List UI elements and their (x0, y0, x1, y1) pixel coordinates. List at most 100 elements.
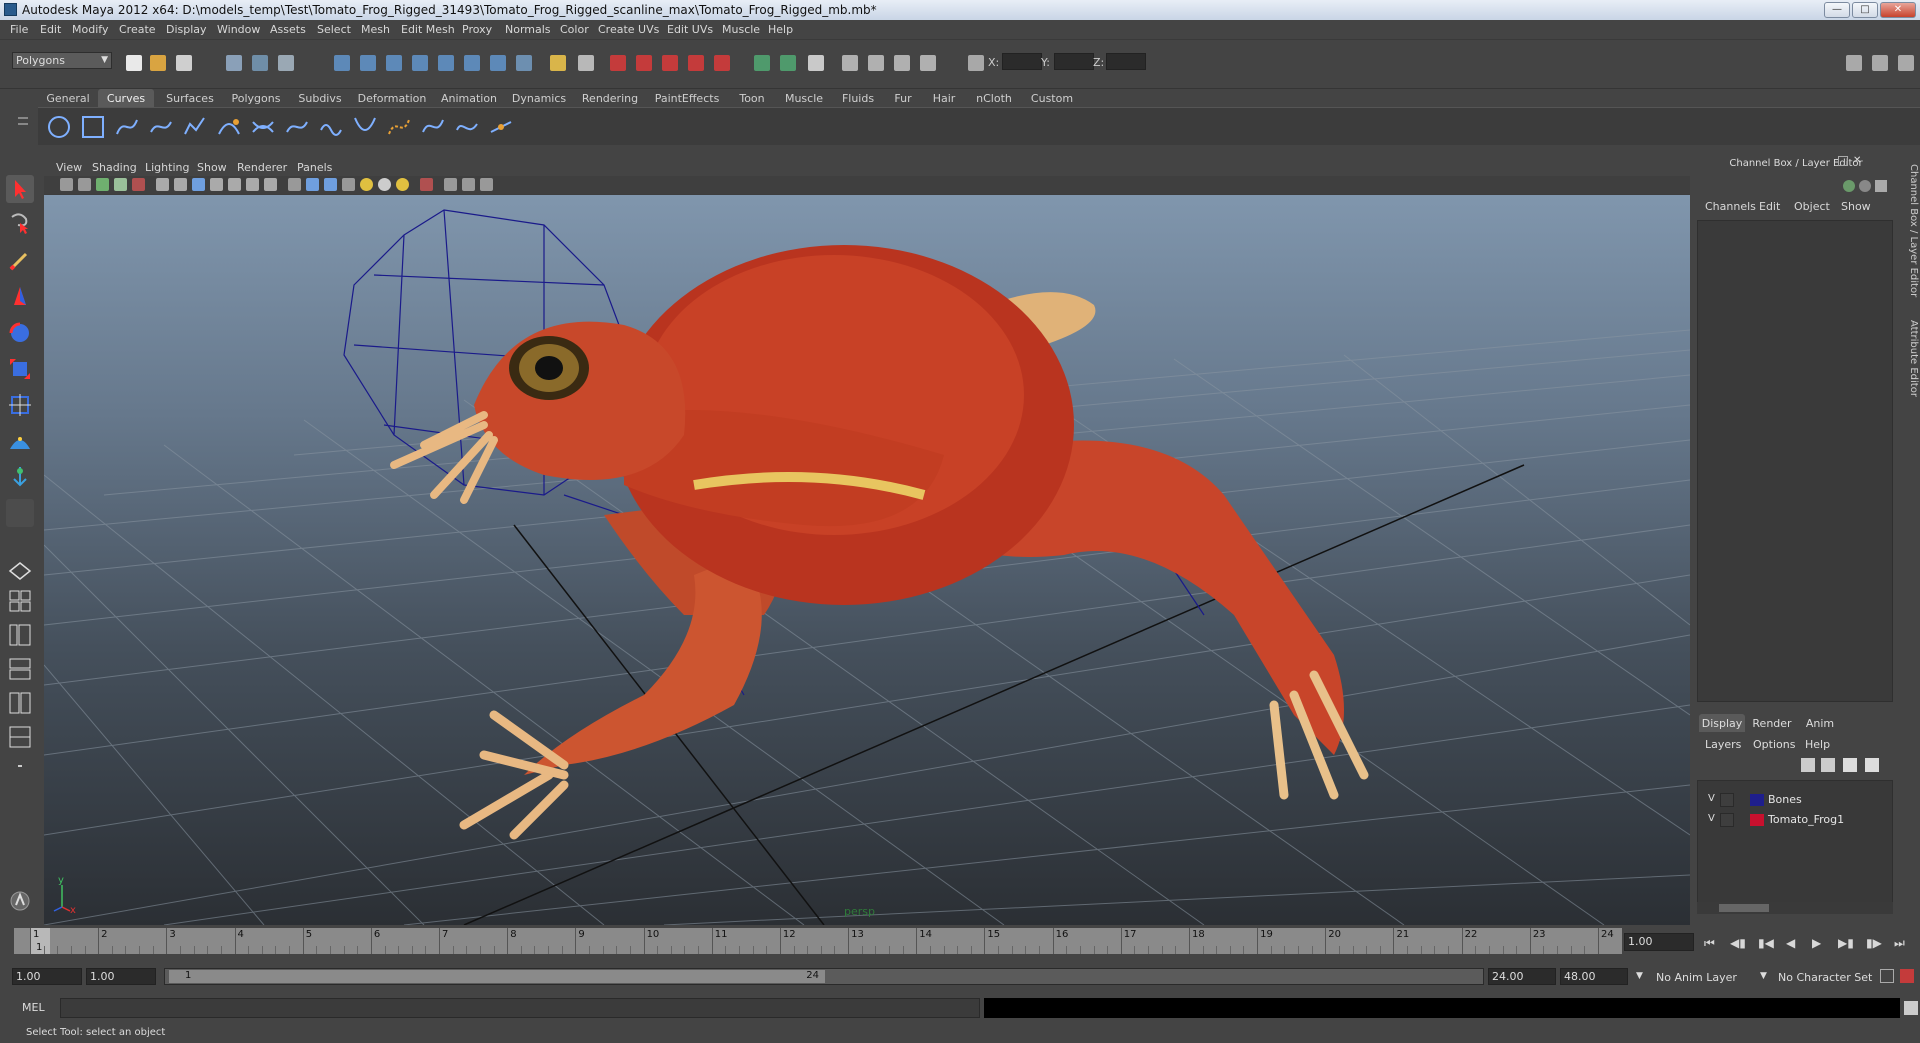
shelf-tab-deformation[interactable]: Deformation (352, 89, 432, 107)
menu-normals[interactable]: Normals (505, 23, 551, 36)
menu-set-dropdown[interactable]: Polygons ▼ (12, 52, 112, 69)
menu-create-uvs[interactable]: Create UVs (598, 23, 659, 36)
step-back-key-icon[interactable]: ▮◀ (1758, 936, 1774, 950)
playback-start-field[interactable]: 1.00 (86, 968, 156, 985)
hyper-icon[interactable] (1875, 180, 1887, 192)
shelf-tab-subdivs[interactable]: Subdivs (292, 89, 348, 107)
smooth-shade-icon[interactable] (306, 178, 319, 191)
viewport-menu-view[interactable]: View (56, 161, 82, 174)
open-scene-icon[interactable] (150, 55, 166, 71)
quick-layout-icon[interactable] (6, 887, 34, 915)
layer-color-swatch[interactable] (1750, 794, 1764, 806)
shelf-tab-fur[interactable]: Fur (886, 89, 920, 107)
camera-attributes-icon[interactable] (78, 178, 91, 191)
layer-menu-layers[interactable]: Layers (1705, 738, 1741, 751)
go-to-end-icon[interactable]: ⏭ (1894, 936, 1905, 951)
wireframe-on-shaded-icon[interactable] (324, 178, 337, 191)
universal-manipulator-icon[interactable] (6, 391, 34, 419)
x-field[interactable] (1002, 53, 1042, 70)
menu-create[interactable]: Create (119, 23, 156, 36)
cv-curve-tool-icon[interactable] (114, 114, 140, 140)
select-tool-icon[interactable] (6, 175, 34, 203)
select-by-curve-icon[interactable] (386, 55, 402, 71)
pencil-curve-tool-icon[interactable] (182, 114, 208, 140)
shelf-tab-muscle[interactable]: Muscle (778, 89, 830, 107)
paint-select-tool-icon[interactable] (6, 247, 34, 275)
layer-menu-options[interactable]: Options (1753, 738, 1795, 751)
play-forwards-icon[interactable]: ▶ (1812, 936, 1821, 950)
film-gate-icon[interactable] (174, 178, 187, 191)
select-camera-icon[interactable] (60, 178, 73, 191)
snap-to-view-plane-icon[interactable] (688, 55, 704, 71)
anim-layer-chevron-down-icon[interactable]: ▼ (1636, 971, 1643, 981)
menu-select[interactable]: Select (317, 23, 351, 36)
new-layer-selected-icon[interactable] (1821, 758, 1835, 772)
menu-display[interactable]: Display (166, 23, 207, 36)
shelf-tab-polygons[interactable]: Polygons (224, 89, 288, 107)
grid-toggle-icon[interactable] (156, 178, 169, 191)
start-time-field[interactable]: 1.00 (12, 968, 82, 985)
render-current-frame-icon[interactable] (842, 55, 858, 71)
toggle-channel-box-icon[interactable] (1898, 55, 1914, 71)
last-tool-used-icon[interactable] (6, 499, 34, 527)
layer-remove-icon[interactable] (1865, 758, 1879, 772)
resolution-gate-icon[interactable] (192, 178, 205, 191)
channel-menu-edit[interactable]: Edit (1759, 200, 1780, 213)
xray-joints-icon[interactable] (462, 178, 475, 191)
shelf-tab-toon[interactable]: Toon (730, 89, 774, 107)
insert-knot-icon[interactable] (318, 114, 344, 140)
select-by-handle-icon[interactable] (334, 55, 350, 71)
script-language-toggle[interactable]: MEL (14, 1000, 56, 1017)
select-by-deformer-icon[interactable] (438, 55, 454, 71)
shelf-tab-ncloth[interactable]: nCloth (968, 89, 1020, 107)
show-manipulator-tool-icon[interactable] (6, 463, 34, 491)
xray-icon[interactable] (444, 178, 457, 191)
layer-color-swatch[interactable] (1750, 814, 1764, 826)
channel-menu-object[interactable]: Object (1794, 200, 1830, 213)
viewport-menu-renderer[interactable]: Renderer (237, 161, 287, 174)
menu-mesh[interactable]: Mesh (361, 23, 390, 36)
safe-action-icon[interactable] (246, 178, 259, 191)
lasso-tool-icon[interactable] (6, 209, 34, 237)
close-button[interactable]: ✕ (1880, 2, 1916, 18)
layer-type-toggle[interactable] (1720, 813, 1734, 827)
extend-curve-icon[interactable] (352, 114, 378, 140)
float-panel-icon[interactable] (1838, 156, 1848, 166)
speed-icon[interactable] (1859, 180, 1871, 192)
detach-curves-icon[interactable] (284, 114, 310, 140)
character-set-dropdown[interactable]: No Character Set (1778, 971, 1872, 984)
save-scene-icon[interactable] (176, 55, 192, 71)
persp-outliner-layout-icon[interactable] (6, 621, 34, 649)
input-output-icon[interactable] (754, 55, 770, 71)
script-editor-icon[interactable] (1904, 1001, 1918, 1015)
hypershade-persp-layout-icon[interactable] (6, 689, 34, 717)
step-forward-key-icon[interactable]: ▶▮ (1838, 936, 1854, 950)
shelf-tab-surfaces[interactable]: Surfaces (158, 89, 222, 107)
channel-menu-show[interactable]: Show (1841, 200, 1871, 213)
step-back-frame-icon[interactable]: ◀▮ (1730, 936, 1746, 950)
end-time-field[interactable]: 48.00 (1560, 968, 1628, 985)
select-hierarchy-icon[interactable] (226, 55, 242, 71)
close-panel-icon[interactable]: ✕ (1853, 156, 1863, 166)
step-forward-frame-icon[interactable]: ▮▶ (1866, 936, 1882, 950)
persp-uv-layout-icon[interactable] (6, 723, 34, 751)
share-icon[interactable] (480, 178, 493, 191)
arc-tool-icon[interactable] (216, 114, 242, 140)
anim-layer-dropdown[interactable]: No Anim Layer (1656, 971, 1737, 984)
side-tab-attribute-editor[interactable]: Attribute Editor (1904, 320, 1919, 400)
current-time-field[interactable]: 1.00 (1624, 933, 1694, 951)
play-backwards-icon[interactable]: ◀ (1786, 936, 1795, 950)
menu-modify[interactable]: Modify (72, 23, 108, 36)
layer-horizontal-scrollbar[interactable] (1697, 902, 1893, 914)
nurbs-circle-icon[interactable] (46, 114, 72, 140)
layer-tab-display[interactable]: Display (1699, 714, 1745, 732)
shelf-tab-dynamics[interactable]: Dynamics (506, 89, 572, 107)
add-points-tool-icon[interactable] (454, 114, 480, 140)
menu-assets[interactable]: Assets (270, 23, 306, 36)
toggle-attribute-editor-icon[interactable] (1846, 55, 1862, 71)
minimize-button[interactable]: — (1824, 2, 1850, 18)
menu-help[interactable]: Help (768, 23, 793, 36)
shelf-tab-fluids[interactable]: Fluids (834, 89, 882, 107)
isolate-select-icon[interactable] (420, 178, 433, 191)
soft-modification-tool-icon[interactable] (6, 427, 34, 455)
